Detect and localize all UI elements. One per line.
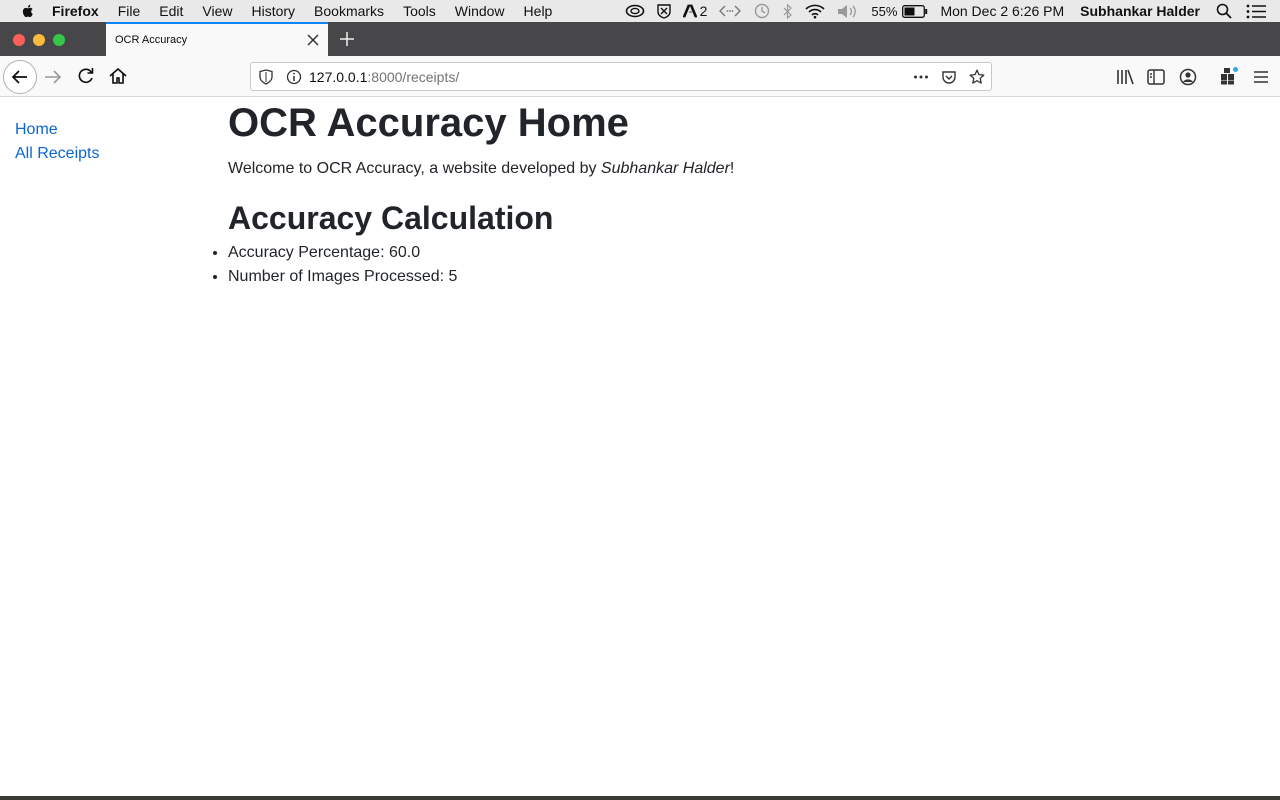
back-button[interactable] bbox=[3, 60, 37, 94]
menu-file[interactable]: File bbox=[118, 3, 141, 19]
page-content: Home All Receipts OCR Accuracy Home Welc… bbox=[0, 97, 1280, 796]
window-controls bbox=[13, 34, 65, 46]
site-info-icon[interactable] bbox=[286, 69, 302, 85]
stat-accuracy-percentage: Accuracy Percentage: 60.0 bbox=[228, 241, 1228, 265]
volume-icon[interactable] bbox=[837, 4, 859, 19]
stats-list: Accuracy Percentage: 60.0 Number of Imag… bbox=[213, 241, 1228, 289]
menu-help[interactable]: Help bbox=[524, 3, 553, 19]
menu-view[interactable]: View bbox=[202, 3, 232, 19]
spotlight-search-icon[interactable] bbox=[1216, 3, 1232, 19]
battery-status[interactable]: 55% bbox=[871, 4, 928, 19]
zoom-window-button[interactable] bbox=[53, 34, 65, 46]
menu-tools[interactable]: Tools bbox=[403, 3, 436, 19]
address-bar[interactable]: 127.0.0.1:8000/receipts/ bbox=[250, 62, 992, 91]
author-name: Subhankar Halder bbox=[600, 160, 730, 177]
tab-ocr-accuracy[interactable]: OCR Accuracy bbox=[106, 22, 328, 56]
menu-app-firefox[interactable]: Firefox bbox=[52, 3, 99, 19]
shield-x-icon[interactable] bbox=[656, 3, 671, 19]
wifi-icon[interactable] bbox=[805, 4, 825, 19]
clock[interactable]: Mon Dec 2 6:26 PM bbox=[940, 3, 1064, 19]
apple-logo-icon[interactable] bbox=[20, 3, 36, 19]
sidebar-link-all-receipts[interactable]: All Receipts bbox=[15, 142, 99, 166]
menu-bookmarks[interactable]: Bookmarks bbox=[314, 3, 384, 19]
close-tab-icon[interactable] bbox=[306, 33, 320, 47]
minimize-window-button[interactable] bbox=[33, 34, 45, 46]
bookmark-star-icon[interactable] bbox=[969, 69, 985, 85]
menu-history[interactable]: History bbox=[251, 3, 295, 19]
battery-percent: 55% bbox=[871, 3, 898, 19]
page-title: OCR Accuracy Home bbox=[228, 101, 629, 145]
welcome-prefix: Welcome to OCR Accuracy, a website devel… bbox=[228, 160, 601, 177]
new-tab-plus-icon[interactable] bbox=[339, 31, 355, 47]
forward-arrow-icon[interactable] bbox=[43, 67, 63, 87]
page-actions-icon[interactable] bbox=[913, 69, 929, 85]
status-area: 2 55% Mon Dec 2 6:26 PM Subhankar Halder bbox=[613, 0, 1280, 22]
menu-edit[interactable]: Edit bbox=[159, 3, 183, 19]
tracking-protection-shield-icon[interactable] bbox=[258, 69, 274, 85]
extensions-icon[interactable] bbox=[1219, 66, 1239, 86]
user-account-menu[interactable]: Subhankar Halder bbox=[1080, 3, 1200, 19]
url-text[interactable]: 127.0.0.1:8000/receipts/ bbox=[309, 69, 459, 85]
back-arrow-icon bbox=[11, 70, 27, 84]
section-title: Accuracy Calculation bbox=[228, 200, 554, 236]
close-window-button[interactable] bbox=[13, 34, 25, 46]
menu-window[interactable]: Window bbox=[455, 3, 505, 19]
sidebar-toggle-icon[interactable] bbox=[1146, 67, 1166, 87]
reload-icon[interactable] bbox=[76, 66, 96, 86]
battery-icon bbox=[902, 4, 928, 18]
welcome-text: Welcome to OCR Accuracy, a website devel… bbox=[228, 157, 1228, 181]
welcome-suffix: ! bbox=[729, 160, 735, 177]
desktop-strip bbox=[0, 796, 1280, 800]
sidebar-link-home[interactable]: Home bbox=[15, 118, 99, 142]
notification-center-icon[interactable] bbox=[1246, 4, 1266, 19]
url-host: 127.0.0.1 bbox=[309, 69, 368, 85]
pocket-icon[interactable] bbox=[941, 69, 957, 85]
adobe-icon[interactable]: 2 bbox=[682, 3, 708, 19]
sidebar-nav: Home All Receipts bbox=[15, 118, 99, 166]
home-icon[interactable] bbox=[108, 66, 128, 86]
adobe-count: 2 bbox=[699, 3, 708, 19]
tab-title: OCR Accuracy bbox=[115, 34, 188, 46]
account-icon[interactable] bbox=[1178, 67, 1198, 87]
hamburger-menu-icon[interactable] bbox=[1251, 67, 1271, 87]
navigation-toolbar: 127.0.0.1:8000/receipts/ bbox=[0, 56, 1280, 97]
stat-images-processed: Number of Images Processed: 5 bbox=[228, 265, 1228, 289]
main-content: OCR Accuracy Home Welcome to OCR Accurac… bbox=[228, 97, 1228, 289]
time-machine-icon[interactable] bbox=[753, 3, 771, 19]
tab-strip: OCR Accuracy bbox=[0, 22, 1280, 56]
bluetooth-icon[interactable] bbox=[783, 3, 793, 19]
url-path: :8000/receipts/ bbox=[367, 69, 460, 85]
code-icon[interactable] bbox=[719, 4, 742, 18]
macos-menubar: Firefox File Edit View History Bookmarks… bbox=[0, 0, 1280, 22]
library-icon[interactable] bbox=[1115, 67, 1135, 87]
creative-cloud-icon[interactable] bbox=[625, 4, 645, 18]
